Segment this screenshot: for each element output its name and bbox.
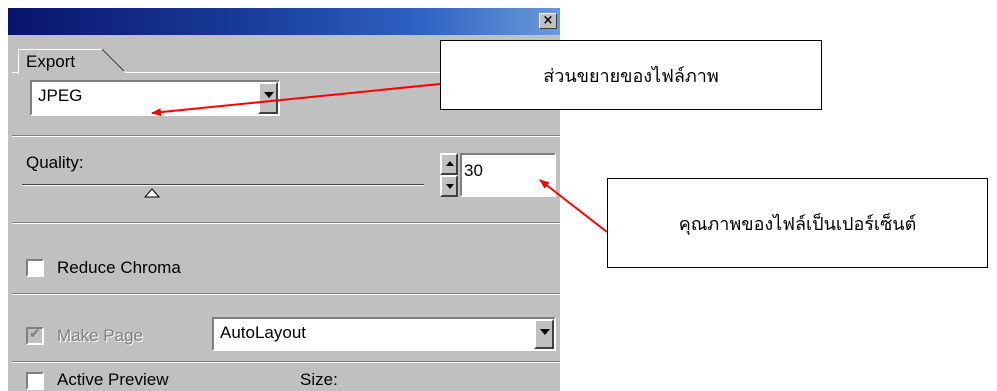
format-dropdown-button[interactable] [258,82,278,114]
chevron-down-icon [446,184,454,189]
quality-input-value: 30 [464,161,483,180]
format-select[interactable]: JPEG [30,80,280,116]
file-extension-callout: ส่วนขยายของไฟล์ภาพ [440,40,822,110]
size-label: Size: [300,370,338,389]
active-preview-checkbox[interactable] [26,372,44,390]
make-page-checkbox[interactable]: ✔ [26,326,44,345]
reduce-chroma-checkbox[interactable] [26,259,44,277]
quality-slider-thumb[interactable] [144,188,160,198]
close-icon[interactable]: × [539,13,557,29]
quality-label: Quality: [26,153,84,172]
quality-spinner[interactable] [440,153,458,197]
title-bar[interactable]: × [8,8,560,35]
chevron-up-icon [446,161,454,166]
quality-input[interactable]: 30 [460,153,556,197]
quality-increment-button[interactable] [440,153,458,175]
chevron-down-icon [264,92,274,98]
layout-dropdown-button[interactable] [534,319,554,349]
chevron-down-icon [540,329,550,335]
tab-export[interactable]: Export [18,49,103,74]
divider [12,135,560,137]
reduce-chroma-label: Reduce Chroma [57,258,181,277]
divider [12,361,560,363]
quality-decrement-button[interactable] [440,175,458,197]
make-page-label: Make Page [57,326,143,345]
divider [12,293,560,295]
format-select-value: JPEG [38,86,83,105]
divider [12,222,560,224]
tab-export-label: Export [26,52,76,71]
tab-slant-edge [102,49,126,73]
active-preview-label: Active Preview [57,370,169,389]
layout-select-value: AutoLayout [220,323,307,342]
quality-percent-callout: คุณภาพของไฟล์เป็นเปอร์เซ็นต์ [607,178,988,268]
quality-slider-track[interactable] [22,184,424,186]
layout-select[interactable]: AutoLayout [212,317,556,351]
checkmark-icon: ✔ [29,326,41,342]
